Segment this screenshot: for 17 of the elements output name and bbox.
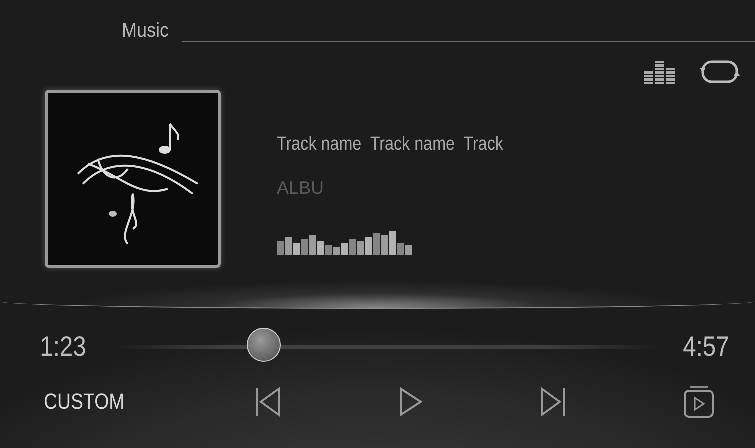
previous-icon [254, 386, 282, 418]
next-icon [539, 386, 568, 418]
screen-title: Music [122, 20, 169, 42]
media-player-icon [683, 385, 715, 419]
next-button[interactable] [539, 386, 568, 418]
previous-button[interactable] [254, 386, 282, 418]
album-name: ALBU [277, 178, 326, 199]
track-title: Track name Track name Track [277, 134, 504, 156]
play-button[interactable] [398, 386, 424, 418]
elapsed-time: 1:23 [40, 331, 86, 363]
play-icon [398, 386, 424, 418]
source-button[interactable] [683, 385, 715, 419]
custom-button[interactable]: CUSTOM [44, 389, 125, 415]
progress-thumb[interactable] [246, 328, 281, 362]
total-time: 4:57 [682, 331, 729, 363]
equalizer-icon [643, 58, 677, 84]
repeat-icon [699, 58, 741, 86]
